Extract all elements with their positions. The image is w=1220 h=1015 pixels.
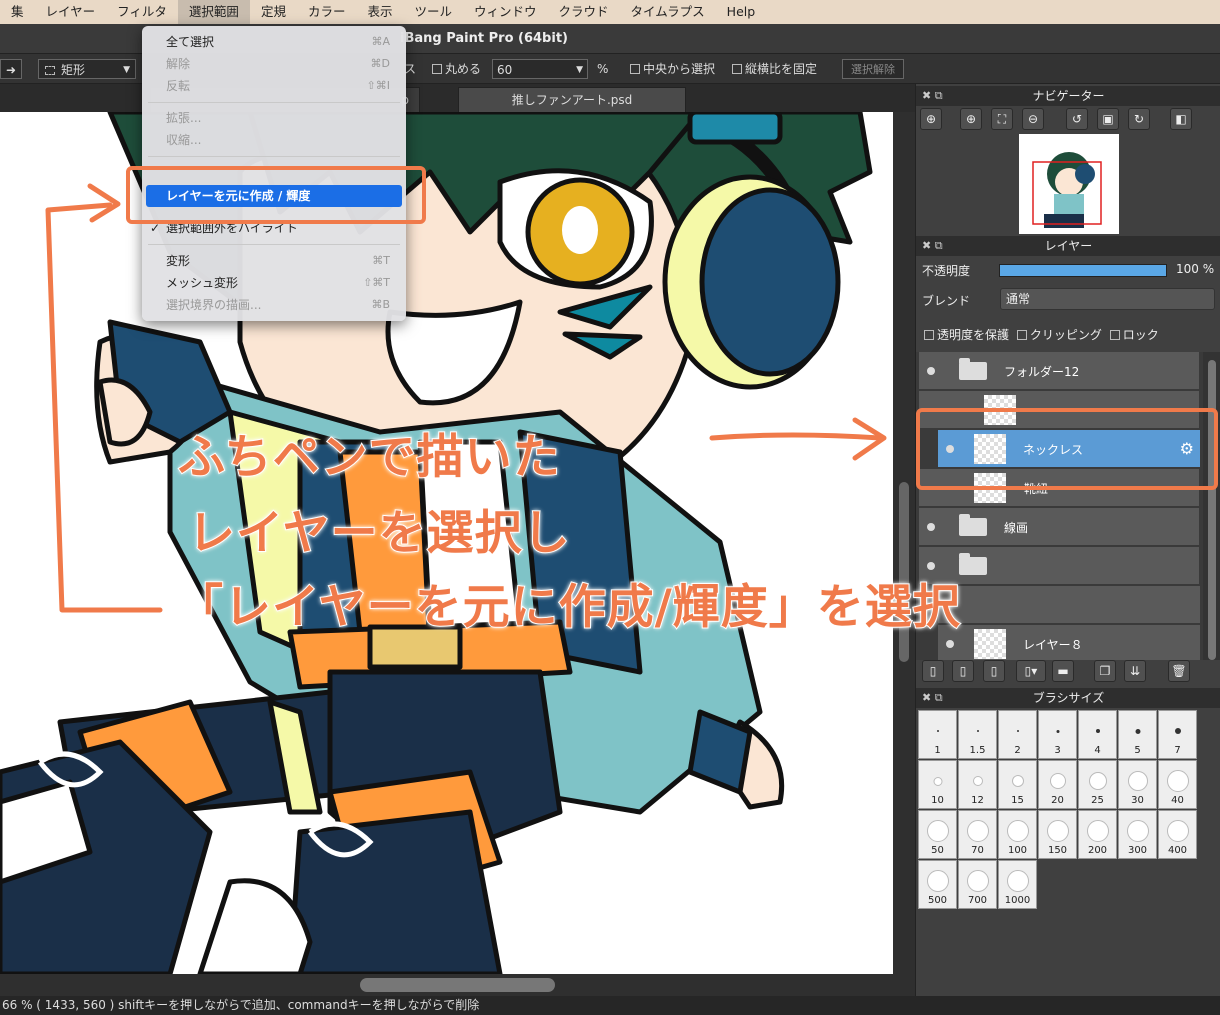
annotation-line-1: ふちペンで描いた xyxy=(177,429,561,486)
annotation-line-3: 「レイヤーを元に作成/輝度」を選択 xyxy=(175,579,961,636)
annotation-line-2: レイヤーを選択し xyxy=(187,505,571,562)
annotation-arrows xyxy=(45,183,887,613)
